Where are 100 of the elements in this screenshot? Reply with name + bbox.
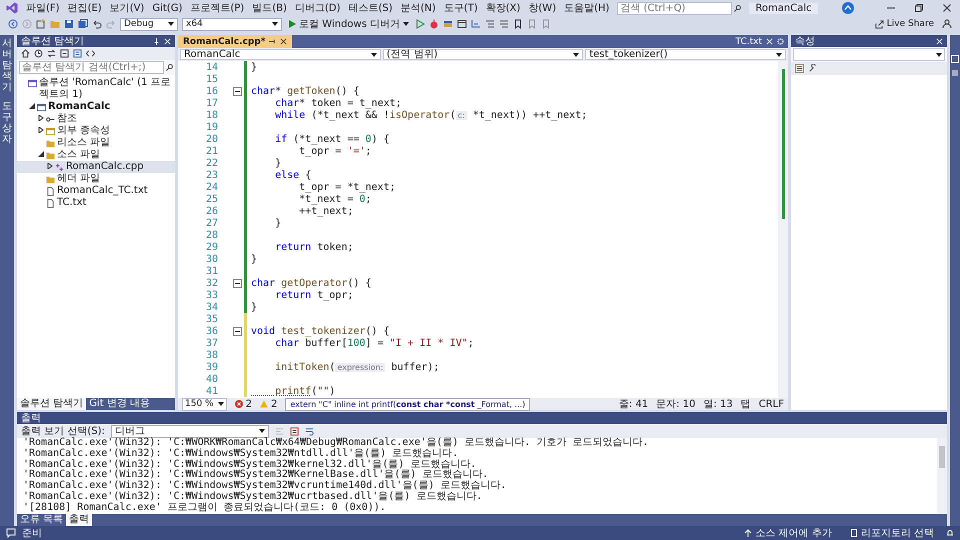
tree-item[interactable]: RomanCalc.cpp — [17, 161, 175, 173]
menu-item[interactable]: 테스트(S) — [348, 1, 393, 15]
uncomment-lines-icon[interactable] — [499, 19, 509, 29]
undo-icon[interactable] — [92, 19, 102, 29]
menu-item[interactable]: 빌드(B) — [252, 1, 287, 15]
save-icon[interactable] — [64, 19, 74, 29]
menu-item[interactable]: 디버그(D) — [294, 1, 340, 15]
back-icon[interactable] — [8, 19, 18, 29]
window-icon — [37, 103, 46, 112]
menu-item[interactable]: 파일(F) — [26, 1, 60, 15]
comment-lines-icon[interactable] — [485, 19, 495, 29]
warning-icon — [260, 400, 268, 408]
expanded-arrow-icon[interactable] — [28, 103, 34, 109]
navigation-dropdown[interactable]: test_tokenizer() — [585, 49, 786, 60]
collapse-all-icon[interactable] — [60, 49, 69, 58]
gear-icon[interactable] — [777, 38, 784, 45]
play-outline-icon[interactable] — [415, 19, 425, 29]
properties-icon[interactable] — [73, 49, 82, 58]
account-icon[interactable] — [842, 2, 854, 14]
repository-button[interactable]: 리포지토리 선택 — [844, 526, 940, 540]
save-all-icon[interactable] — [78, 19, 88, 29]
navigation-dropdown[interactable]: (전역 범위) — [382, 49, 584, 60]
tree-item[interactable]: 참조 — [17, 113, 175, 125]
tree-item[interactable]: 리소스 파일 — [17, 137, 175, 149]
window-layout-icon[interactable] — [457, 19, 467, 29]
line-number: 28 — [204, 230, 218, 240]
explorer-icon[interactable] — [951, 55, 959, 63]
menu-item[interactable]: 보기(V) — [110, 1, 144, 15]
toolbox-icon[interactable] — [443, 19, 453, 29]
line-ending-indicator[interactable]: CRLF — [758, 398, 784, 410]
error-count[interactable]: 2 — [234, 398, 252, 410]
live-share-button[interactable]: Live Share — [870, 19, 938, 29]
line-number: 40 — [204, 374, 218, 384]
scrollbar[interactable] — [937, 438, 947, 514]
search-field[interactable]: 검색 (Ctrl+Q) — [617, 2, 732, 14]
menu-item[interactable]: 창(W) — [528, 1, 556, 15]
menu-item[interactable]: 분석(N) — [400, 1, 436, 15]
menu-item[interactable]: 편집(E) — [68, 1, 102, 15]
collapse-icon[interactable] — [232, 278, 242, 288]
navigation-dropdown[interactable]: RomanCalc — [180, 49, 381, 60]
notification-icon[interactable] — [946, 529, 954, 537]
caret-icon — [272, 22, 278, 26]
caret-icon — [370, 52, 377, 56]
caret-icon — [168, 22, 174, 26]
platform-dropdown[interactable]: x64 — [182, 18, 282, 30]
code-line: t_opr = '='; — [298, 146, 372, 156]
output-source-dropdown[interactable]: 디버그 — [110, 424, 269, 438]
history-icon[interactable] — [34, 49, 43, 58]
categorized-icon[interactable] — [795, 64, 804, 73]
sync-icon[interactable] — [47, 49, 56, 58]
code-icon[interactable] — [86, 49, 95, 58]
indent-indicator[interactable]: 탭 — [740, 398, 751, 410]
configuration-dropdown[interactable]: Debug — [120, 18, 178, 30]
scrollbar[interactable] — [778, 61, 788, 398]
collapse-icon[interactable] — [232, 86, 242, 96]
source-control-button[interactable]: 소스 제어에 추가 — [738, 526, 838, 540]
tree-item[interactable]: 헤더 파일 — [17, 173, 175, 185]
menu-item[interactable]: 도움말(H) — [564, 1, 610, 15]
side-panel-tab[interactable]: 도구 상자 — [2, 101, 12, 145]
close-icon[interactable] — [942, 3, 952, 13]
list-icon[interactable] — [951, 69, 959, 77]
status-text: 준비 — [22, 527, 42, 540]
person-icon[interactable] — [942, 19, 952, 29]
tree-item[interactable]: 외부 종속성 — [17, 125, 175, 137]
bookmark-icon[interactable] — [513, 19, 523, 29]
expanded-arrow-icon[interactable] — [38, 151, 44, 157]
start-debugging-button[interactable]: 로컬 Windows 디버거 — [286, 17, 411, 31]
code-line: } — [251, 254, 258, 264]
preview-tab[interactable]: TC.txt — [736, 36, 762, 46]
restore-icon[interactable] — [914, 3, 924, 13]
panel-tab[interactable]: Git 변경 내용 — [86, 398, 153, 410]
panel-tab[interactable]: 오류 목록 — [17, 514, 66, 526]
close-icon[interactable] — [280, 38, 288, 45]
collapse-icon[interactable] — [232, 326, 242, 336]
clear-all-icon[interactable] — [290, 426, 299, 436]
pin-icon[interactable] — [269, 38, 276, 45]
home-icon[interactable] — [21, 49, 30, 58]
new-project-icon[interactable] — [36, 19, 46, 29]
tree-item[interactable]: 소스 파일 — [17, 149, 175, 161]
collapsed-arrow-icon[interactable] — [46, 163, 52, 169]
side-panel-tab[interactable]: 서버 탐색기 — [2, 38, 12, 93]
tree-item[interactable]: RomanCalc — [17, 101, 175, 113]
menu-item[interactable]: Git(G) — [152, 2, 182, 14]
window-icon — [28, 79, 37, 88]
word-wrap-icon[interactable] — [304, 426, 314, 436]
panel-tab[interactable]: 솔루션 탐색기 — [17, 398, 86, 410]
menu-item[interactable]: 확장(X) — [486, 1, 520, 15]
message-icon[interactable] — [6, 528, 16, 538]
tree-item[interactable]: TC.txt — [17, 197, 175, 209]
panel-tab[interactable]: 출력 — [66, 514, 92, 526]
output-source-label: 출력 보기 선택(S): — [21, 425, 105, 437]
zoom-dropdown[interactable]: 150 % — [182, 398, 227, 410]
wrench-icon[interactable] — [808, 64, 817, 73]
menu-item[interactable]: 도구(T) — [444, 1, 478, 15]
search-field[interactable]: 솔루션 탐색기 검색(Ctrl+;) — [19, 61, 164, 74]
tree-item[interactable]: RomanCalc_TC.txt — [17, 185, 175, 197]
tree-item[interactable]: 솔루션 'RomanCalc' (1 프로젝트의 1) — [17, 77, 175, 101]
menu-item[interactable]: 프로젝트(P) — [190, 1, 244, 15]
document-tab[interactable]: RomanCalc.cpp* — [178, 35, 292, 48]
warning-count[interactable]: 2 — [260, 398, 278, 410]
